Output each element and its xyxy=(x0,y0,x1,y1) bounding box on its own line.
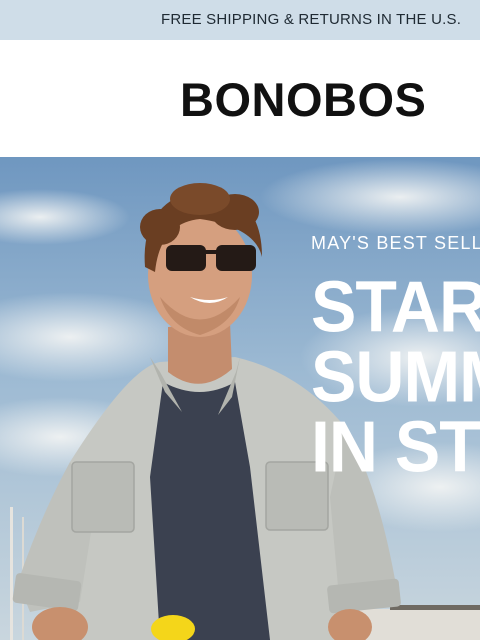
hero-eyebrow: MAY'S BEST SELL xyxy=(311,233,480,253)
promo-banner[interactable]: FREE SHIPPING & RETURNS IN THE U.S. xyxy=(0,0,480,40)
site-header: BONOBOS xyxy=(0,40,480,157)
hero-banner[interactable]: MAY'S BEST SELL START SUMM IN STY xyxy=(0,157,480,640)
promo-text: FREE SHIPPING & RETURNS IN THE U.S. xyxy=(161,11,462,28)
headline-line: IN STY xyxy=(311,406,480,488)
hero-headline[interactable]: START SUMM IN STY xyxy=(311,266,480,488)
headline-line: SUMM xyxy=(311,336,480,418)
headline-line: START xyxy=(311,266,480,348)
brand-logo[interactable]: BONOBOS xyxy=(180,72,426,127)
